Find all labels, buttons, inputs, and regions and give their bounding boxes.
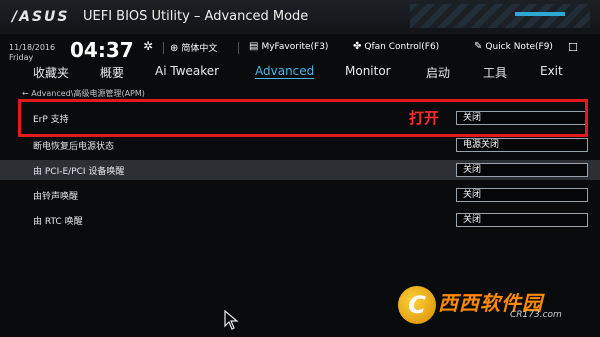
globe-icon: ⊕: [170, 43, 179, 54]
watermark-url: CR173.com: [510, 310, 562, 320]
watermark-logo: C: [398, 286, 436, 324]
setting-label: 断电恢复后电源状态: [33, 142, 115, 152]
tab-monitor[interactable]: Monitor: [345, 64, 391, 78]
favorite-icon: ▤: [249, 41, 259, 52]
setting-row-ring-wake[interactable]: 由铃声唤醒 关闭: [0, 185, 600, 205]
tab-advanced[interactable]: Advanced: [255, 64, 314, 78]
setting-row-power-restore[interactable]: 断电恢复后电源状态 电源关闭: [0, 135, 600, 155]
gear-icon[interactable]: ✲: [143, 39, 153, 53]
separator: [238, 42, 239, 54]
separator: [163, 42, 164, 54]
quick-note-label: Quick Note(F9): [485, 42, 553, 52]
tab-tool[interactable]: 工具: [483, 64, 507, 81]
tab-main[interactable]: 概要: [100, 64, 124, 81]
tab-favorites[interactable]: 收藏夹: [33, 64, 69, 81]
language-button[interactable]: ⊕ 简体中文: [170, 41, 217, 54]
qfan-control-button[interactable]: ✤ Qfan Control(F6): [353, 41, 439, 52]
setting-label: 由铃声唤醒: [33, 192, 79, 202]
annotation-label: 打开: [409, 109, 440, 127]
title-bar: /ASUS UEFI BIOS Utility – Advanced Mode: [0, 0, 600, 34]
myfavorite-button[interactable]: ▤ MyFavorite(F3): [249, 41, 328, 52]
header-decoration: [410, 4, 590, 28]
highlight-box: [18, 99, 588, 137]
ring-wake-select[interactable]: 关闭: [456, 188, 588, 202]
fan-icon: ✤: [353, 41, 362, 52]
note-icon: ✎: [474, 41, 483, 52]
setting-label: 由 PCI-E/PCI 设备唤醒: [33, 167, 125, 177]
tab-ai-tweaker[interactable]: Ai Tweaker: [155, 64, 219, 78]
day-text: Friday: [9, 53, 34, 62]
tab-boot[interactable]: 启动: [426, 64, 450, 81]
watermark: C 西西软件园 CR173.com: [398, 284, 588, 326]
window-title: UEFI BIOS Utility – Advanced Mode: [83, 9, 309, 24]
power-restore-select[interactable]: 电源关闭: [456, 138, 588, 152]
setting-label: 由 RTC 唤醒: [33, 217, 83, 227]
asus-logo: /ASUS: [12, 9, 70, 25]
pcie-wake-select[interactable]: 关闭: [456, 163, 588, 177]
date-display: 11/18/2016 Friday: [9, 43, 55, 63]
qfan-control-label: Qfan Control(F6): [364, 42, 440, 52]
rtc-wake-select[interactable]: 关闭: [456, 213, 588, 227]
myfavorite-label: MyFavorite(F3): [261, 42, 329, 52]
setting-row-rtc-wake[interactable]: 由 RTC 唤醒 关闭: [0, 210, 600, 230]
date-text: 11/18/2016: [9, 43, 56, 52]
breadcrumb[interactable]: ← Advanced\高级电源管理(APM): [22, 88, 145, 99]
tab-exit[interactable]: Exit: [540, 64, 563, 78]
setting-row-pcie-wake[interactable]: 由 PCI-E/PCI 设备唤醒 关闭: [0, 160, 600, 180]
language-label: 简体中文: [181, 44, 218, 54]
mouse-cursor-icon: [224, 310, 239, 330]
help-icon[interactable]: ☐: [568, 41, 578, 54]
clock-display: 04:37: [70, 38, 134, 62]
quick-note-button[interactable]: ✎ Quick Note(F9): [474, 41, 553, 52]
